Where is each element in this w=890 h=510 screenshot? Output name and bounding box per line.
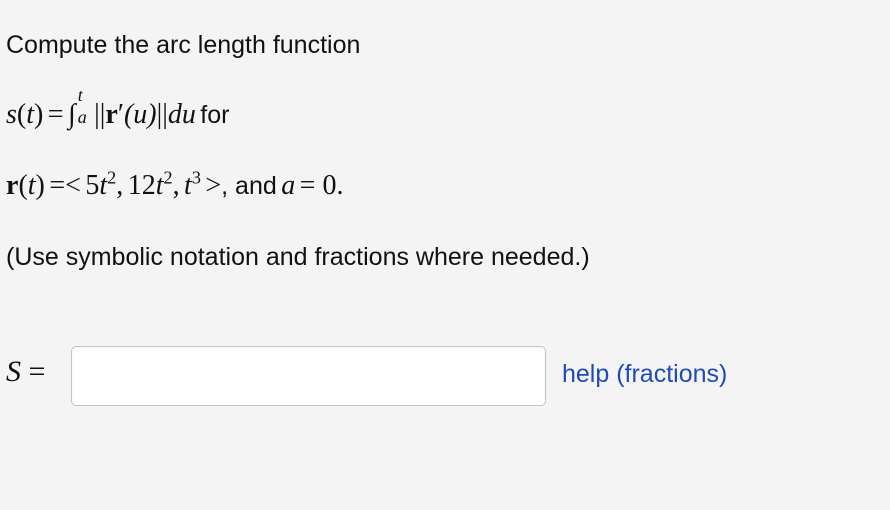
arc-length-formula: s(t) = ∫ t a ||r′(u)||du for	[6, 85, 230, 130]
formula-u-arg: (u)	[123, 99, 157, 130]
and-text: , and	[221, 172, 277, 200]
problem-intro: Compute the arc length function	[6, 31, 361, 59]
norm-close: ||	[156, 99, 168, 130]
vector-function: r(t) =< 5t2, 12t2, t3 >, and a = 0.	[6, 167, 344, 201]
integral-upper-limit: t	[77, 85, 83, 105]
formula-for: for	[200, 101, 230, 129]
instruction-note: (Use symbolic notation and fractions whe…	[6, 243, 590, 271]
integral-limits: ta	[76, 85, 90, 127]
a-value: = 0.	[299, 170, 344, 201]
answer-input[interactable]	[71, 346, 546, 406]
formula-s: s	[6, 99, 17, 130]
vector-r: r	[6, 170, 19, 201]
component-2: 12t2,	[127, 167, 180, 201]
norm-open: ||	[94, 99, 106, 130]
formula-t: t	[26, 99, 35, 130]
integral-sign: ∫	[68, 99, 76, 130]
vector-open: =<	[49, 170, 81, 201]
formula-du: du	[167, 99, 196, 130]
help-fractions-link[interactable]: help (fractions)	[562, 360, 727, 389]
a-variable: a	[281, 170, 296, 201]
integral-lower-limit: a	[77, 107, 87, 127]
answer-label: S =	[6, 355, 46, 388]
formula-equals: =	[47, 99, 64, 130]
vector-close: >	[205, 170, 222, 201]
formula-r: r	[105, 99, 118, 130]
component-1: 5t2,	[85, 167, 124, 201]
component-3: t3	[184, 167, 201, 201]
